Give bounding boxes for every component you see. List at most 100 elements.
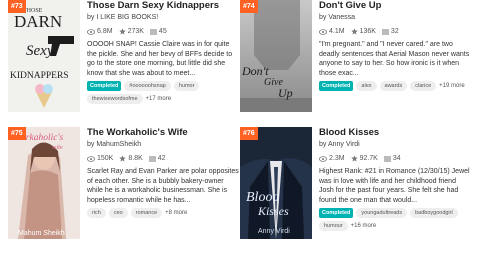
tag[interactable]: badboygoodgirl <box>410 208 458 218</box>
tag[interactable]: awards <box>379 81 408 91</box>
story-description: "I'm pregnant." and "I never cared." are… <box>319 41 470 77</box>
reads-stat: 4.1M <box>319 26 345 37</box>
tag[interactable]: youngadultreads <box>356 208 408 218</box>
votes-stat: 136K <box>350 26 376 37</box>
story-card[interactable]: Blood Kisses Anny Virdi #76 Blood Kisses… <box>240 127 472 254</box>
tag[interactable]: alex <box>356 81 377 91</box>
cover-title-line-2: DARN <box>14 12 62 31</box>
story-stats: 4.1M 136K 32 <box>319 26 472 37</box>
cover-title-line-1: Don't <box>241 64 269 78</box>
tag[interactable]: #oooooohsnap <box>124 81 171 91</box>
tag[interactable]: humor <box>173 81 200 91</box>
tag[interactable]: thewisewordsofme <box>87 94 143 104</box>
story-title[interactable]: Blood Kisses <box>319 127 472 139</box>
votes-stat: 92.7K <box>350 153 378 164</box>
cover-title-line-1: Blood <box>246 190 280 205</box>
parts-stat: 45 <box>149 26 167 37</box>
parts-count: 32 <box>390 28 399 35</box>
story-info: Don't Give Up by Vanessa 4.1M 136K 32 "I… <box>319 0 472 91</box>
votes-count: 136K <box>359 28 376 35</box>
reads-count: 2.3M <box>329 155 345 162</box>
story-title[interactable]: Those Darn Sexy Kidnappers <box>87 0 240 12</box>
story-card[interactable]: THOSE DARN Sexy KIDNAPPERS #73 Those Dar… <box>8 0 240 127</box>
tag[interactable]: clarice <box>410 81 437 91</box>
completed-badge: Completed <box>319 81 354 91</box>
cover-title-line-4: KIDNAPPERS <box>10 71 69 81</box>
story-info: Those Darn Sexy Kidnappers by I LIKE BIG… <box>87 0 240 104</box>
cover-title-line-3: Sexy <box>26 43 54 59</box>
list-icon <box>381 29 389 34</box>
more-tags-link[interactable]: +19 more <box>439 83 465 89</box>
story-title[interactable]: The Workaholic's Wife <box>87 127 240 139</box>
completed-badge: Completed <box>87 81 122 91</box>
rank-badge: #74 <box>240 0 258 13</box>
reads-stat: 6.8M <box>87 26 113 37</box>
star-icon <box>118 28 126 35</box>
votes-count: 273K <box>127 28 144 35</box>
tag[interactable]: humour <box>319 221 348 231</box>
story-author[interactable]: by MahumSheikh <box>87 140 240 150</box>
story-cover[interactable]: The Workaholic's wife Mahum Sheikh #75 <box>8 127 80 239</box>
story-author[interactable]: by Vanessa <box>319 13 472 23</box>
story-stats: 2.3M 92.7K 34 <box>319 153 472 164</box>
cover-author: Anny Virdi <box>258 228 290 235</box>
parts-count: 34 <box>392 155 401 162</box>
cover-title-line-2: Kisses <box>257 204 289 218</box>
story-cover[interactable]: Blood Kisses Anny Virdi #76 <box>240 127 312 239</box>
votes-count: 8.8K <box>128 155 143 162</box>
reads-stat: 2.3M <box>319 153 345 164</box>
reads-count: 6.8M <box>97 28 113 35</box>
story-cover[interactable]: Don't Give Up #74 <box>240 0 312 112</box>
list-icon <box>383 156 391 161</box>
story-info: Blood Kisses by Anny Virdi 2.3M 92.7K 34… <box>319 127 472 231</box>
votes-stat: 273K <box>118 26 144 37</box>
parts-stat: 34 <box>383 153 401 164</box>
tag-list: Completed #oooooohsnap humor thewiseword… <box>87 81 240 104</box>
story-info: The Workaholic's Wife by MahumSheikh 150… <box>87 127 240 218</box>
star-icon <box>350 28 358 35</box>
cover-art: Blood Kisses Anny Virdi <box>240 127 312 239</box>
tag-list: Completed youngadultreads badboygoodgirl… <box>319 208 472 231</box>
story-description: Highest Rank: #21 in Romance (12/30/15) … <box>319 168 470 204</box>
more-tags-link[interactable]: +8 more <box>165 210 187 216</box>
parts-stat: 42 <box>148 153 166 164</box>
story-author[interactable]: by I LIKE BIG BOOKS! <box>87 13 240 23</box>
star-icon <box>119 155 127 162</box>
tag[interactable]: ceo <box>108 208 128 218</box>
cover-art: THOSE DARN Sexy KIDNAPPERS <box>8 0 80 112</box>
reads-count: 150K <box>97 155 114 162</box>
story-description: Scarlet Ray and Evan Parker are polar op… <box>87 168 239 204</box>
tag-list: Completed alex awards clarice +19 more <box>319 81 472 91</box>
eye-icon <box>87 28 95 35</box>
story-stats: 150K 8.8K 42 <box>87 153 240 164</box>
eye-icon <box>319 155 327 162</box>
completed-badge: Completed <box>319 208 354 218</box>
rank-badge: #73 <box>8 0 26 13</box>
tag[interactable]: romance <box>130 208 163 218</box>
cover-title-line-3: Up <box>278 86 293 100</box>
story-description: OOOOH SNAP! Cassie Claire was in for qui… <box>87 41 233 77</box>
cover-title-line-3: wife <box>52 144 63 151</box>
story-cover[interactable]: THOSE DARN Sexy KIDNAPPERS #73 <box>8 0 80 112</box>
story-card[interactable]: Don't Give Up #74 Don't Give Up by Vanes… <box>240 0 472 127</box>
votes-count: 92.7K <box>359 155 378 162</box>
reads-count: 4.1M <box>329 28 345 35</box>
list-icon <box>148 156 156 161</box>
parts-count: 42 <box>157 155 166 162</box>
tag-list: rich ceo romance +8 more <box>87 208 240 218</box>
story-author[interactable]: by Anny Virdi <box>319 140 472 150</box>
eye-icon <box>87 155 95 162</box>
rank-badge: #75 <box>8 127 26 140</box>
more-tags-link[interactable]: +16 more <box>351 223 377 229</box>
more-tags-link[interactable]: +17 more <box>146 96 172 102</box>
story-title[interactable]: Don't Give Up <box>319 0 472 12</box>
story-stats: 6.8M 273K 45 <box>87 26 240 37</box>
list-icon <box>149 29 157 34</box>
reads-stat: 150K <box>87 153 113 164</box>
parts-stat: 32 <box>381 26 399 37</box>
parts-count: 45 <box>158 28 167 35</box>
tag[interactable]: rich <box>87 208 106 218</box>
eye-icon <box>319 28 327 35</box>
story-card[interactable]: The Workaholic's wife Mahum Sheikh #75 T… <box>8 127 240 254</box>
rank-badge: #76 <box>240 127 258 140</box>
